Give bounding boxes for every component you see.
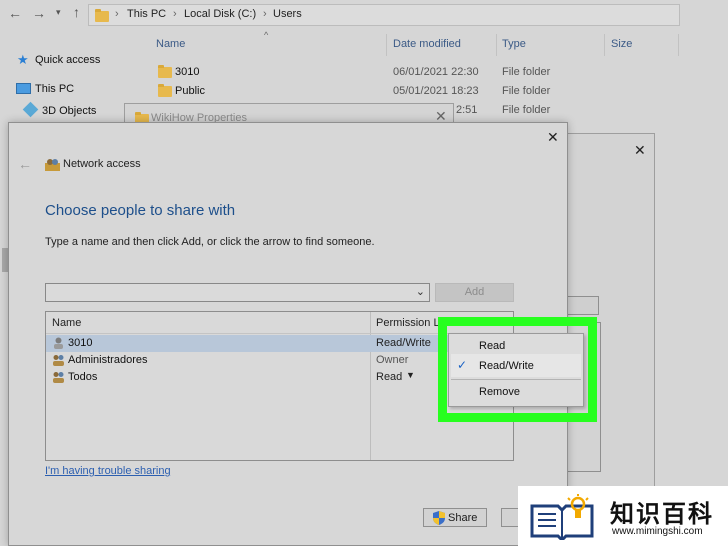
file-type: File folder (502, 104, 551, 116)
chevron-right-icon: › (173, 8, 177, 20)
dialog-heading: Choose people to share with (45, 202, 236, 219)
menu-item-read-write[interactable]: Read/Write (479, 360, 534, 372)
name-combobox[interactable]: ⌄ (45, 283, 430, 302)
close-icon[interactable]: ✕ (547, 129, 559, 146)
nav-this-pc[interactable]: This PC (35, 83, 74, 95)
dialog-title: Network access (63, 158, 141, 170)
column-divider (604, 34, 605, 56)
file-type: File folder (502, 85, 551, 97)
trouble-sharing-link[interactable]: I'm having trouble sharing (45, 465, 171, 477)
file-date: 2:51 (456, 104, 478, 116)
permission-menu: Read ✓ Read/Write Remove (448, 333, 584, 407)
menu-divider (451, 379, 581, 380)
up-arrow-icon[interactable]: ↑ (73, 4, 80, 20)
shield-icon (433, 511, 445, 525)
file-name[interactable]: Public (175, 85, 205, 97)
user-name: Todos (68, 371, 98, 383)
share-button[interactable]: Share (423, 508, 487, 527)
star-icon: ★ (17, 52, 29, 67)
chevron-right-icon: › (263, 8, 267, 20)
column-type[interactable]: Type (502, 38, 526, 50)
permission-level: Owner (376, 354, 409, 366)
nav-quick-access[interactable]: Quick access (35, 54, 100, 66)
group-icon (53, 372, 64, 383)
cube-3d-icon (22, 101, 39, 118)
back-arrow-icon[interactable]: ← (18, 156, 32, 172)
breadcrumb-this-pc[interactable]: This PC (127, 8, 166, 20)
folder-icon (95, 9, 109, 22)
watermark-title: 知识百科 (610, 500, 714, 528)
list-header-name[interactable]: Name (52, 317, 81, 329)
menu-item-read[interactable]: Read (479, 340, 505, 352)
watermark-logo: 知识百科 www.mimingshi.com (518, 486, 728, 546)
watermark-url: www.mimingshi.com (612, 526, 703, 537)
close-icon[interactable]: ✕ (634, 142, 646, 159)
column-divider (386, 34, 387, 56)
checkmark-icon: ✓ (457, 358, 468, 372)
permission-level[interactable]: Read (376, 371, 402, 383)
list-header-permission[interactable]: Permission L (376, 317, 440, 329)
recent-chevron-icon[interactable]: ▾ (56, 7, 61, 18)
column-date-modified[interactable]: Date modified (393, 38, 461, 50)
file-type: File folder (502, 66, 551, 78)
forward-arrow-icon[interactable]: → (32, 5, 46, 21)
user-name: Administradores (68, 354, 148, 366)
chevron-down-icon[interactable]: ⌄ (416, 285, 425, 298)
breadcrumb-local-disk[interactable]: Local Disk (C:) (184, 8, 256, 20)
permission-level[interactable]: Read/Write (376, 337, 431, 349)
chevron-right-icon: › (115, 8, 119, 20)
user-name: 3010 (68, 337, 93, 349)
share-people-icon (45, 159, 60, 171)
nav-3d-objects[interactable]: 3D Objects (42, 105, 96, 117)
file-name[interactable]: 3010 (175, 66, 199, 78)
user-icon (54, 337, 63, 349)
caret-down-icon[interactable]: ▼ (406, 370, 415, 380)
column-divider (678, 34, 679, 56)
share-button-label: Share (448, 512, 478, 524)
address-bar[interactable]: › This PC › Local Disk (C:) › Users (88, 4, 680, 26)
sort-caret-icon: ^ (264, 30, 269, 40)
file-date: 06/01/2021 22:30 (393, 66, 479, 78)
group-icon (53, 355, 64, 366)
menu-item-remove[interactable]: Remove (479, 386, 520, 398)
file-date: 05/01/2021 18:23 (393, 85, 479, 97)
folder-icon (158, 65, 172, 78)
column-divider (496, 34, 497, 56)
dialog-instruction: Type a name and then click Add, or click… (45, 236, 375, 248)
add-button[interactable]: Add (435, 283, 514, 302)
column-size[interactable]: Size (611, 38, 632, 50)
column-name[interactable]: Name (156, 38, 185, 50)
breadcrumb-users[interactable]: Users (273, 8, 302, 20)
folder-icon (158, 84, 172, 97)
back-arrow-icon[interactable]: ← (8, 5, 22, 21)
book-lightbulb-icon (530, 494, 594, 540)
monitor-icon (16, 83, 31, 94)
